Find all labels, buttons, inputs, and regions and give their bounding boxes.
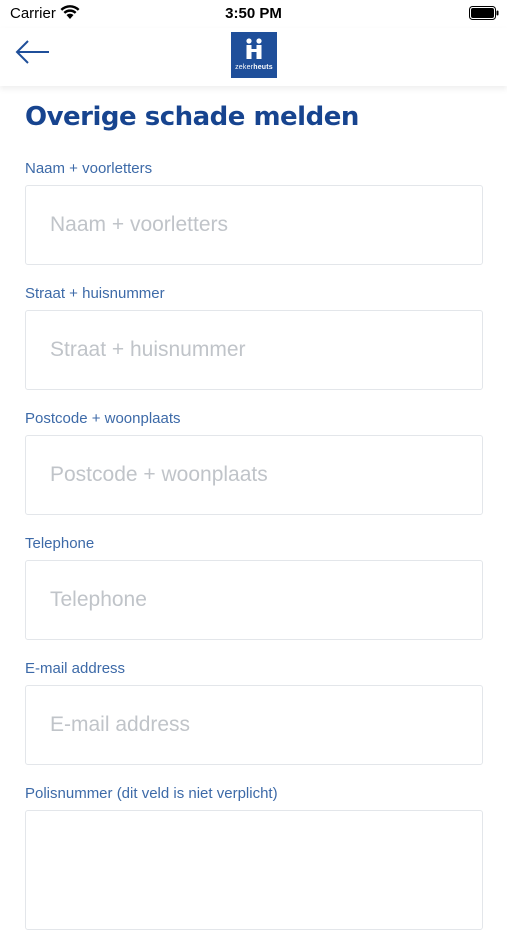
name-input[interactable] xyxy=(25,185,483,265)
logo-text: zekerheuts xyxy=(235,64,273,71)
status-time: 3:50 PM xyxy=(225,5,282,22)
navigation-bar: zekerheuts xyxy=(0,28,507,86)
street-label: Straat + huisnummer xyxy=(25,285,165,302)
logo-mark-icon xyxy=(246,38,262,59)
zekerheuts-logo: zekerheuts xyxy=(231,32,277,78)
back-arrow-icon[interactable] xyxy=(14,38,52,66)
email-label: E-mail address xyxy=(25,660,126,677)
policy-number-label: Polisnummer (dit veld is niet verplicht) xyxy=(25,785,278,802)
telephone-input[interactable] xyxy=(25,560,483,640)
postcode-input[interactable] xyxy=(25,435,483,515)
status-bar: Carrier 3:50 PM xyxy=(0,0,507,28)
postcode-label: Postcode + woonplaats xyxy=(25,410,181,427)
email-input[interactable] xyxy=(25,685,483,765)
name-label: Naam + voorletters xyxy=(25,160,153,177)
battery-icon xyxy=(469,6,499,20)
page-title: Overige schade melden xyxy=(25,102,359,132)
street-input[interactable] xyxy=(25,310,483,390)
policy-number-input[interactable] xyxy=(25,810,483,930)
telephone-label: Telephone xyxy=(25,535,95,552)
